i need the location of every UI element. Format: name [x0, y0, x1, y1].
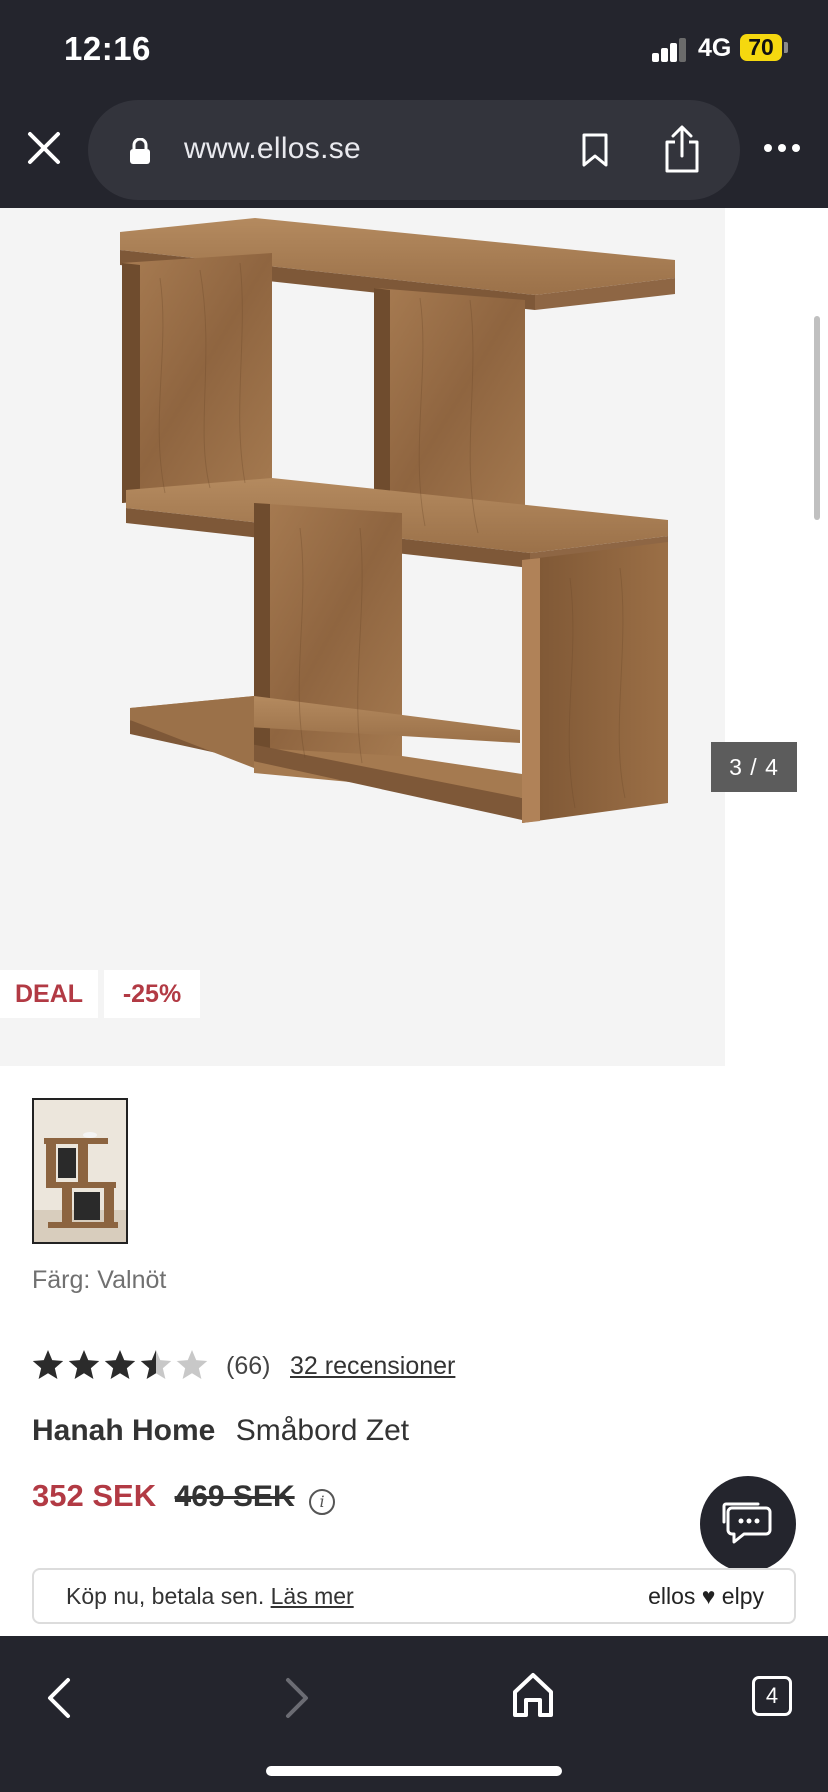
product-image-gallery[interactable]: DEAL -25%: [0, 208, 725, 1066]
battery-cap: [784, 42, 788, 53]
star-icon: [68, 1350, 100, 1379]
scrollbar[interactable]: [814, 316, 820, 520]
star-icon: [32, 1350, 64, 1379]
original-price: 469 SEK: [174, 1480, 295, 1513]
status-time: 12:16: [64, 30, 151, 67]
signal-icon: [652, 38, 688, 62]
deal-badge: DEAL: [0, 970, 98, 1018]
home-icon[interactable]: [510, 1670, 556, 1720]
thumbnail-image[interactable]: [32, 1098, 128, 1244]
current-price: 352 SEK: [32, 1478, 157, 1513]
address-bar[interactable]: www.ellos.se: [88, 100, 740, 200]
product-image: [120, 218, 675, 823]
forward-icon[interactable]: [276, 1674, 316, 1722]
product-name: Småbord Zet: [235, 1414, 410, 1447]
payment-message: Köp nu, betala sen.: [66, 1583, 265, 1609]
product-title: Hanah Home Småbord Zet: [32, 1414, 409, 1448]
lock-icon: [130, 138, 150, 164]
star-icon: [176, 1350, 208, 1379]
battery-icon: 70: [740, 34, 782, 61]
home-indicator: [266, 1766, 562, 1776]
image-counter: 3 / 4: [711, 742, 797, 792]
color-label: Färg: Valnöt: [32, 1266, 167, 1294]
browser-bottom-nav: 4: [0, 1636, 828, 1792]
rating-stars: [32, 1350, 208, 1379]
read-more-link[interactable]: Läs mer: [271, 1583, 354, 1609]
discount-badge: -25%: [104, 970, 200, 1018]
price-row: 352 SEK 469 SEK i: [32, 1478, 336, 1518]
star-icon: [140, 1350, 172, 1379]
chat-button[interactable]: [700, 1476, 796, 1572]
thumbnail-picture: [34, 1100, 126, 1242]
more-icon[interactable]: [762, 138, 802, 158]
network-type: 4G: [698, 34, 732, 62]
page: 12:16 4G 70 www.ellos.se DEAL -25% 3 / 4…: [0, 0, 828, 1792]
url-text[interactable]: www.ellos.se: [184, 132, 361, 166]
close-icon[interactable]: [22, 126, 66, 170]
browser-toolbar: www.ellos.se: [0, 98, 828, 208]
share-icon[interactable]: [662, 124, 702, 174]
status-bar: 12:16 4G 70: [0, 0, 828, 98]
rating-count: (66): [226, 1352, 271, 1380]
tabs-icon[interactable]: 4: [752, 1676, 792, 1716]
info-icon[interactable]: i: [309, 1488, 336, 1515]
product-brand[interactable]: Hanah Home: [32, 1414, 215, 1447]
chat-icon: [722, 1502, 772, 1544]
payment-text: Köp nu, betala sen. Läs mer: [66, 1583, 354, 1610]
ellos-elpy-logo: ellos ♥ elpy: [648, 1583, 764, 1609]
payment-banner: Köp nu, betala sen. Läs mer ellos ♥ elpy: [32, 1568, 796, 1624]
reviews-link[interactable]: 32 recensioner: [290, 1352, 455, 1381]
back-icon[interactable]: [40, 1674, 80, 1722]
star-icon: [104, 1350, 136, 1379]
bookmark-icon[interactable]: [580, 132, 610, 168]
